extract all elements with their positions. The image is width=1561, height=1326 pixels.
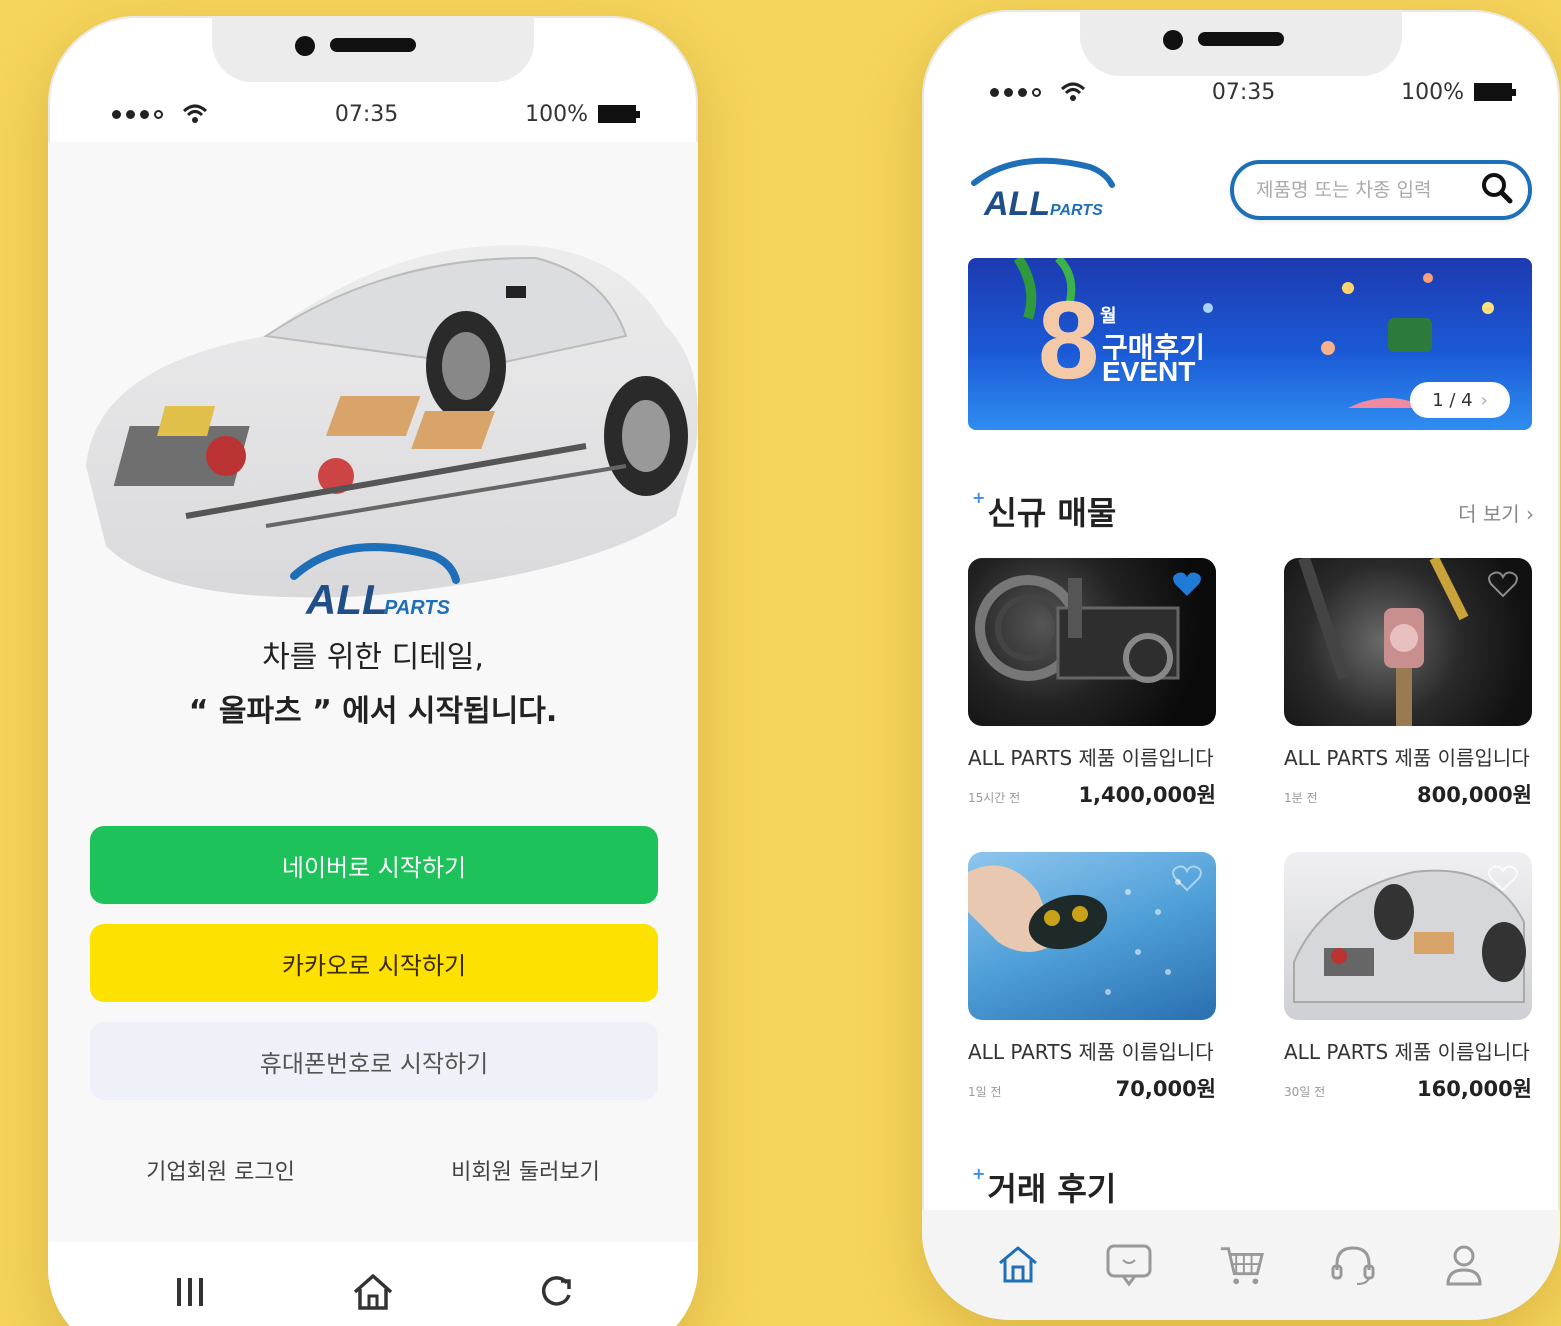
status-time: 07:35 (1211, 79, 1276, 105)
banner-month: 월 (1100, 306, 1117, 327)
chevron-right-icon: › (1480, 389, 1488, 411)
naver-login-button[interactable]: 네이버로 시작하기 (90, 826, 658, 904)
product-price: 800,000원 (1417, 783, 1532, 807)
chevron-right-icon: › (1526, 502, 1534, 526)
search-input[interactable] (1256, 179, 1476, 201)
cart-icon[interactable] (1217, 1241, 1265, 1289)
product-name: ALL PARTS 제품 이름입니다 (968, 746, 1214, 770)
heart-icon[interactable] (1172, 570, 1202, 598)
tagline: 차를 위한 디테일, “ 올파츠 ” 에서 시작됩니다. (48, 632, 698, 730)
menu-icon[interactable] (168, 1270, 212, 1314)
product-price: 1,400,000원 (1078, 783, 1216, 807)
svg-text:ALL: ALL (305, 576, 388, 623)
heart-icon[interactable] (1488, 570, 1518, 598)
section-title-new: 신규 매물 (987, 494, 1117, 532)
product-time: 30일 전 (1284, 1085, 1326, 1099)
product-image (1284, 558, 1532, 726)
banner-number: 8 (1038, 279, 1100, 402)
product-image (1284, 852, 1532, 1020)
section-reviews: +거래 후기 (972, 1164, 1116, 1210)
banner-title-line2: EVENT (1102, 356, 1196, 387)
battery-icon (598, 105, 640, 123)
product-time: 1분 전 (1284, 791, 1318, 805)
section-title-reviews: 거래 후기 (987, 1170, 1117, 1208)
corporate-login-link[interactable]: 기업회원 로그인 (146, 1154, 295, 1186)
battery-icon (1474, 83, 1516, 101)
status-bar: 07:35 100% (48, 94, 698, 134)
phone-login-button[interactable]: 휴대폰번호로 시작하기 (90, 1022, 658, 1100)
search-icon[interactable] (1480, 171, 1514, 209)
guest-browse-link[interactable]: 비회원 둘러보기 (451, 1154, 600, 1186)
heart-icon[interactable] (1488, 864, 1518, 892)
battery-percent: 100% (525, 101, 588, 127)
signal-icon (990, 81, 1086, 103)
signal-icon (112, 103, 208, 125)
svg-text:ALL: ALL (983, 185, 1050, 223)
svg-text:PARTS: PARTS (1050, 202, 1103, 219)
pager-text: 1 / 4 (1432, 389, 1473, 411)
sparkle-icon: + (972, 1164, 986, 1183)
product-image (968, 558, 1216, 726)
login-screen-phone: 07:35 100% ALL PARTS 차를 위한 디테일, “ 올파츠 ” … (48, 16, 698, 1326)
product-time: 1일 전 (968, 1085, 1002, 1099)
kakao-login-button[interactable]: 카카오로 시작하기 (90, 924, 658, 1002)
home-icon[interactable] (994, 1241, 1042, 1289)
search-bar (1230, 160, 1532, 220)
app-header: ALL PARTS (968, 150, 1532, 230)
system-nav-bar (48, 1242, 698, 1326)
login-sublinks: 기업회원 로그인 비회원 둘러보기 (48, 1154, 698, 1186)
chat-icon[interactable] (1105, 1241, 1153, 1289)
status-bar: 07:35 100% (922, 72, 1560, 112)
banner-pager[interactable]: 1 / 4 › (1410, 382, 1510, 418)
heart-icon[interactable] (1172, 864, 1202, 892)
product-time: 15시간 전 (968, 791, 1021, 805)
refresh-icon[interactable] (534, 1270, 578, 1314)
event-banner[interactable]: 8 월 구매후기 EVENT 1 / 4 › (968, 258, 1532, 430)
tagline-line2: “ 올파츠 ” 에서 시작됩니다. (188, 694, 558, 729)
status-time: 07:35 (334, 101, 399, 127)
home-icon[interactable] (351, 1270, 395, 1314)
profile-icon[interactable] (1440, 1241, 1488, 1289)
support-icon[interactable] (1329, 1241, 1377, 1289)
product-price: 70,000원 (1115, 1077, 1216, 1101)
wifi-icon (182, 104, 208, 123)
home-screen-phone: 07:35 100% ALL PARTS 제품명 또는 차종 입력 8 월 구매… (922, 10, 1560, 1320)
product-price: 160,000원 (1417, 1077, 1532, 1101)
product-name: ALL PARTS 제품 이름입니다 (968, 1040, 1214, 1064)
sparkle-icon: + (972, 488, 986, 507)
product-card[interactable]: ALL PARTS 제품 이름입니다 15시간 전 1,400,000원 (968, 558, 1216, 809)
see-more-link[interactable]: 더 보기 › (1458, 498, 1534, 527)
tagline-line1: 차를 위한 디테일, (262, 640, 484, 675)
product-card[interactable]: ALL PARTS 제품 이름입니다 30일 전 160,000원 (1284, 852, 1532, 1103)
product-name: ALL PARTS 제품 이름입니다 (1284, 1040, 1530, 1064)
allparts-logo[interactable]: ALL PARTS (968, 153, 1118, 227)
product-name: ALL PARTS 제품 이름입니다 (1284, 746, 1530, 770)
battery-percent: 100% (1401, 79, 1464, 105)
svg-text:PARTS: PARTS (384, 597, 451, 619)
product-image (968, 852, 1216, 1020)
allparts-logo: ALL PARTS (284, 536, 464, 630)
bottom-tab-bar (922, 1210, 1560, 1320)
wifi-icon (1060, 82, 1086, 101)
phone-notch (212, 16, 534, 82)
product-card[interactable]: ALL PARTS 제품 이름입니다 1분 전 800,000원 (1284, 558, 1532, 809)
section-new-listings: +신규 매물 (972, 488, 1116, 534)
product-card[interactable]: ALL PARTS 제품 이름입니다 1일 전 70,000원 (968, 852, 1216, 1103)
phone-notch (1080, 10, 1402, 76)
see-more-label: 더 보기 (1458, 502, 1520, 526)
